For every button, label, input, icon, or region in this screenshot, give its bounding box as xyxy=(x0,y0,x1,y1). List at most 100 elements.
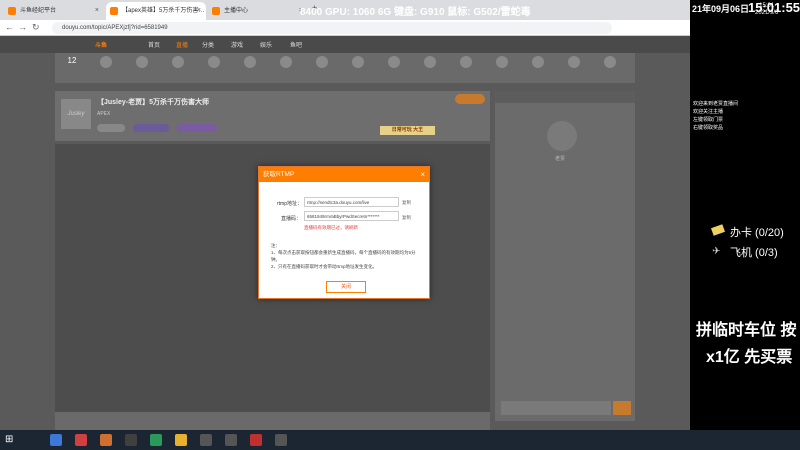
back-icon[interactable]: ← xyxy=(5,22,14,32)
room-tag[interactable] xyxy=(97,124,125,132)
key-field[interactable]: 6581949rnVaBbyrPwdSecretn******* xyxy=(304,211,399,221)
nav-item[interactable]: 首页 xyxy=(148,40,160,49)
nav-item[interactable]: 游戏 xyxy=(231,40,243,49)
tab-favicon xyxy=(110,7,118,15)
room-tag[interactable] xyxy=(133,124,169,132)
note-2: 2、只有在直播码获取时才会带动rtmp地址发生变化。 xyxy=(271,264,378,269)
overlay-banner-2: x1亿 先买票 xyxy=(706,349,793,366)
reload-icon[interactable]: ↻ xyxy=(32,22,40,33)
rtmp-field[interactable]: rtmp://sendtc3a.douyu.com/live xyxy=(304,197,399,207)
rtmp-dialog: 获取RTMP × rtmp地址： rtmp://sendtc3a.douyu.c… xyxy=(258,166,430,299)
key-label: 直播码： xyxy=(281,216,302,222)
category-icon xyxy=(388,56,400,68)
url-input[interactable]: douyu.com/topic/APEXjzfj?rid=6581949 xyxy=(52,22,612,34)
clock-time: 15:01 xyxy=(759,3,775,9)
room-tag[interactable] xyxy=(177,124,217,132)
windows-start-icon[interactable]: ⊞ xyxy=(5,434,13,445)
category-item[interactable] xyxy=(91,56,121,82)
category-item[interactable] xyxy=(307,56,337,82)
copy-rtmp-button[interactable]: 复制 xyxy=(402,200,411,206)
site-logo[interactable]: 斗鱼 xyxy=(95,40,107,49)
category-item[interactable] xyxy=(559,56,589,82)
close-icon[interactable]: × xyxy=(420,167,425,182)
notes: 注： 1、每次点击获取按钮都会重新生成直播码，每个直播码的有效期均为5分钟。 2… xyxy=(271,242,421,270)
category-icon xyxy=(280,56,292,68)
category-item[interactable] xyxy=(271,56,301,82)
room-game[interactable]: APEX xyxy=(97,111,110,117)
category-item[interactable] xyxy=(487,56,517,82)
nav-item[interactable]: 鱼吧 xyxy=(290,40,302,49)
room-header: Jusley 【Jusley-老贾】5万杀千万伤害大师 APEX 日常可玩 大王 xyxy=(55,91,490,141)
overlay-chat: 欢迎来到老贾直播间 欢迎关注主播 左键领取门票 右键领取奖品 xyxy=(693,100,798,132)
tab-2[interactable]: 【apex英雄】5万杀千万伤害… × xyxy=(106,2,206,20)
overlay-date: 21年09月06日 xyxy=(692,4,750,14)
tab-1[interactable]: 斗鱼经纪平台 × xyxy=(4,2,104,20)
follow-button[interactable] xyxy=(455,94,485,104)
site-top-nav: 斗鱼 首页 直播 分类 游戏 娱乐 鱼吧 xyxy=(0,36,690,53)
panel-tabs xyxy=(495,91,635,103)
category-item[interactable]: 12 xyxy=(57,56,87,82)
category-item[interactable] xyxy=(199,56,229,82)
taskbar-app-icon[interactable] xyxy=(125,434,137,446)
taskbar-app-icon[interactable] xyxy=(225,434,237,446)
category-icon xyxy=(316,56,328,68)
taskbar-app-icon[interactable] xyxy=(250,434,262,446)
taskbar-clock[interactable]: 15:01 2021/9/6 xyxy=(755,3,778,17)
taskbar-app-icon[interactable] xyxy=(150,434,162,446)
chat-line: 欢迎关注主播 xyxy=(693,109,724,115)
note-1: 1、每次点击获取按钮都会重新生成直播码，每个直播码的有效期均为5分钟。 xyxy=(271,250,416,262)
address-bar: ← → ↻ douyu.com/topic/APEXjzfj?rid=65819… xyxy=(0,20,690,36)
anchor-name: 老贾 xyxy=(555,156,566,162)
dialog-header: 获取RTMP × xyxy=(259,167,429,182)
tab-3[interactable]: 主播中心 × xyxy=(208,2,308,20)
category-item[interactable] xyxy=(451,56,481,82)
taskbar-hardware-text: 8400 GPU: 1060 6G 键盘: G910 鼠标: G502/雷蛇毒 xyxy=(300,7,531,18)
taskbar-app-icon[interactable] xyxy=(75,434,87,446)
avatar[interactable] xyxy=(547,121,577,151)
category-item[interactable] xyxy=(523,56,553,82)
category-item[interactable] xyxy=(343,56,373,82)
category-item[interactable] xyxy=(379,56,409,82)
nav-item[interactable]: 分类 xyxy=(202,40,214,49)
category-item[interactable] xyxy=(415,56,445,82)
plane-icon: ✈ xyxy=(712,246,721,257)
room-title: 【Jusley-老贾】5万杀千万伤害大师 xyxy=(97,99,210,106)
gift-bar xyxy=(55,412,490,430)
nav-item[interactable]: 娱乐 xyxy=(260,40,272,49)
vote-plane: 飞机 (0/3) xyxy=(730,247,778,259)
tab-label: 主播中心 xyxy=(224,8,249,14)
category-icon xyxy=(604,56,616,68)
send-button[interactable] xyxy=(613,401,631,415)
chat-input[interactable] xyxy=(501,401,611,415)
taskbar-app-icon[interactable] xyxy=(100,434,112,446)
close-icon[interactable]: × xyxy=(197,2,201,20)
notes-title: 注： xyxy=(271,243,280,248)
category-item[interactable] xyxy=(595,56,625,82)
nav-item[interactable]: 直播 xyxy=(176,40,188,49)
category-icon xyxy=(244,56,256,68)
category-item[interactable] xyxy=(163,56,193,82)
taskbar-app-icon[interactable] xyxy=(275,434,287,446)
close-icon[interactable]: × xyxy=(95,2,99,20)
category-item[interactable] xyxy=(235,56,265,82)
category-label: 12 xyxy=(67,56,77,65)
taskbar-app-icon[interactable] xyxy=(200,434,212,446)
clock-date: 2021/9/6 xyxy=(755,10,779,16)
taskbar-app-icon[interactable] xyxy=(50,434,62,446)
category-icon xyxy=(100,56,112,68)
warning-text: 直播码有效期已过，请刷新 xyxy=(304,225,358,230)
copy-key-button[interactable]: 复制 xyxy=(402,215,411,221)
category-icon xyxy=(352,56,364,68)
category-item[interactable] xyxy=(127,56,157,82)
forward-icon[interactable]: → xyxy=(18,22,27,32)
taskbar xyxy=(0,430,800,450)
vote-card: 办卡 (0/20) xyxy=(730,227,784,239)
side-panel: 老贾 xyxy=(495,91,635,421)
chrome-icon[interactable] xyxy=(175,434,187,446)
tab-label: 斗鱼经纪平台 xyxy=(20,8,57,14)
category-icon xyxy=(136,56,148,68)
category-icon xyxy=(172,56,184,68)
overlay-banner-1: 拼临时车位 按 xyxy=(696,322,797,339)
close-button[interactable]: 关闭 xyxy=(326,281,366,293)
category-icon xyxy=(532,56,544,68)
